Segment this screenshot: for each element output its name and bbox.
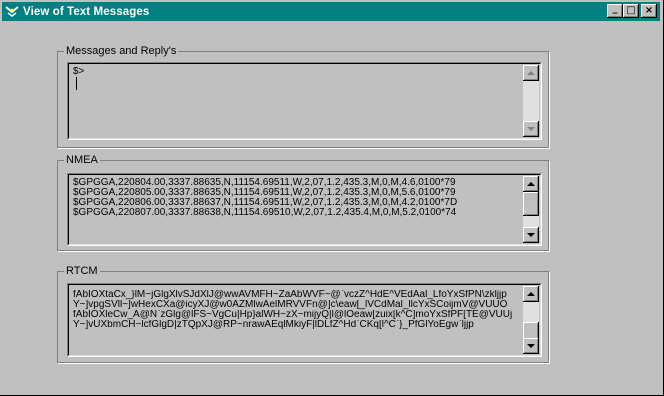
- rtcm-scrollbar[interactable]: [523, 286, 539, 354]
- arrow-down-icon: [527, 127, 535, 131]
- nmea-line: $GPGGA,220804.00,3337.88635,N,11154.6951…: [73, 178, 456, 188]
- arrow-up-icon: [527, 292, 535, 296]
- scroll-up-button[interactable]: [523, 176, 539, 192]
- arrow-down-icon: [527, 344, 535, 348]
- scroll-down-button[interactable]: [523, 338, 539, 354]
- messages-text: $>: [73, 67, 85, 77]
- nmea-line: $GPGGA,220806.00,3337.88637,N,11154.6951…: [73, 198, 458, 208]
- nmea-line: $GPGGA,220805.00,3337.88635,N,11154.6951…: [73, 188, 456, 198]
- app-icon[interactable]: [5, 5, 19, 18]
- rtcm-group-label: RTCM: [64, 264, 100, 278]
- scroll-thumb[interactable]: [523, 192, 539, 216]
- maximize-icon: □: [626, 5, 636, 16]
- scroll-down-button[interactable]: [523, 227, 539, 243]
- rtcm-line: Y~]vpgSVll~]wHexCXa@icyXJ@w0AZMlwAelMRVV…: [73, 300, 508, 310]
- scroll-down-button[interactable]: [523, 121, 539, 137]
- arrow-up-icon: [527, 182, 535, 186]
- nmea-group-label: NMEA: [64, 153, 100, 167]
- rtcm-group: RTCM fAbIOXtaCx_}lM~jGlgXlvSJdXlJ@wwAVMF…: [57, 264, 549, 363]
- messages-group: Messages and Reply's $>: [57, 44, 549, 148]
- close-icon: ×: [644, 5, 654, 16]
- rtcm-line: fAbIOXtaCx_}lM~jGlgXlvSJdXlJ@wwAVMFH~ZaA…: [73, 290, 507, 300]
- messages-group-label: Messages and Reply's: [64, 44, 179, 58]
- scroll-up-button[interactable]: [523, 286, 539, 302]
- nmea-group: NMEA $GPGGA,220804.00,3337.88635,N,11154…: [57, 153, 549, 251]
- messages-textbox[interactable]: $>: [67, 62, 542, 140]
- text-messages-window: View of Text Messages _ □ × Messages and…: [0, 0, 664, 396]
- rtcm-textbox[interactable]: fAbIOXtaCx_}lM~jGlgXlvSJdXlJ@wwAVMFH~ZaA…: [67, 283, 542, 357]
- nmea-line: $GPGGA,220807.00,3337.88638,N,11154.6951…: [73, 208, 457, 218]
- maximize-button[interactable]: □: [623, 4, 639, 18]
- scroll-up-button[interactable]: [523, 65, 539, 81]
- nmea-textbox[interactable]: $GPGGA,220804.00,3337.88635,N,11154.6951…: [67, 173, 542, 246]
- messages-scrollbar[interactable]: [523, 65, 539, 137]
- minimize-button[interactable]: _: [607, 3, 623, 18]
- close-button[interactable]: ×: [641, 4, 657, 18]
- rtcm-line: fAbIOXleCw_A@N`zGlg@lFS~VgCu|Hp}alWH~zX~…: [73, 310, 513, 320]
- text-caret: [76, 77, 77, 90]
- rtcm-line: Y~]vUXbmCH~lcfGlgD|zTQpXJ@RP~nrawAEqlMki…: [73, 320, 474, 330]
- minimize-icon: _: [612, 3, 618, 14]
- title-bar[interactable]: View of Text Messages _ □ ×: [2, 2, 660, 21]
- arrow-down-icon: [527, 233, 535, 237]
- nmea-scrollbar[interactable]: [523, 176, 539, 243]
- arrow-up-icon: [527, 71, 535, 75]
- window-title: View of Text Messages: [23, 5, 150, 18]
